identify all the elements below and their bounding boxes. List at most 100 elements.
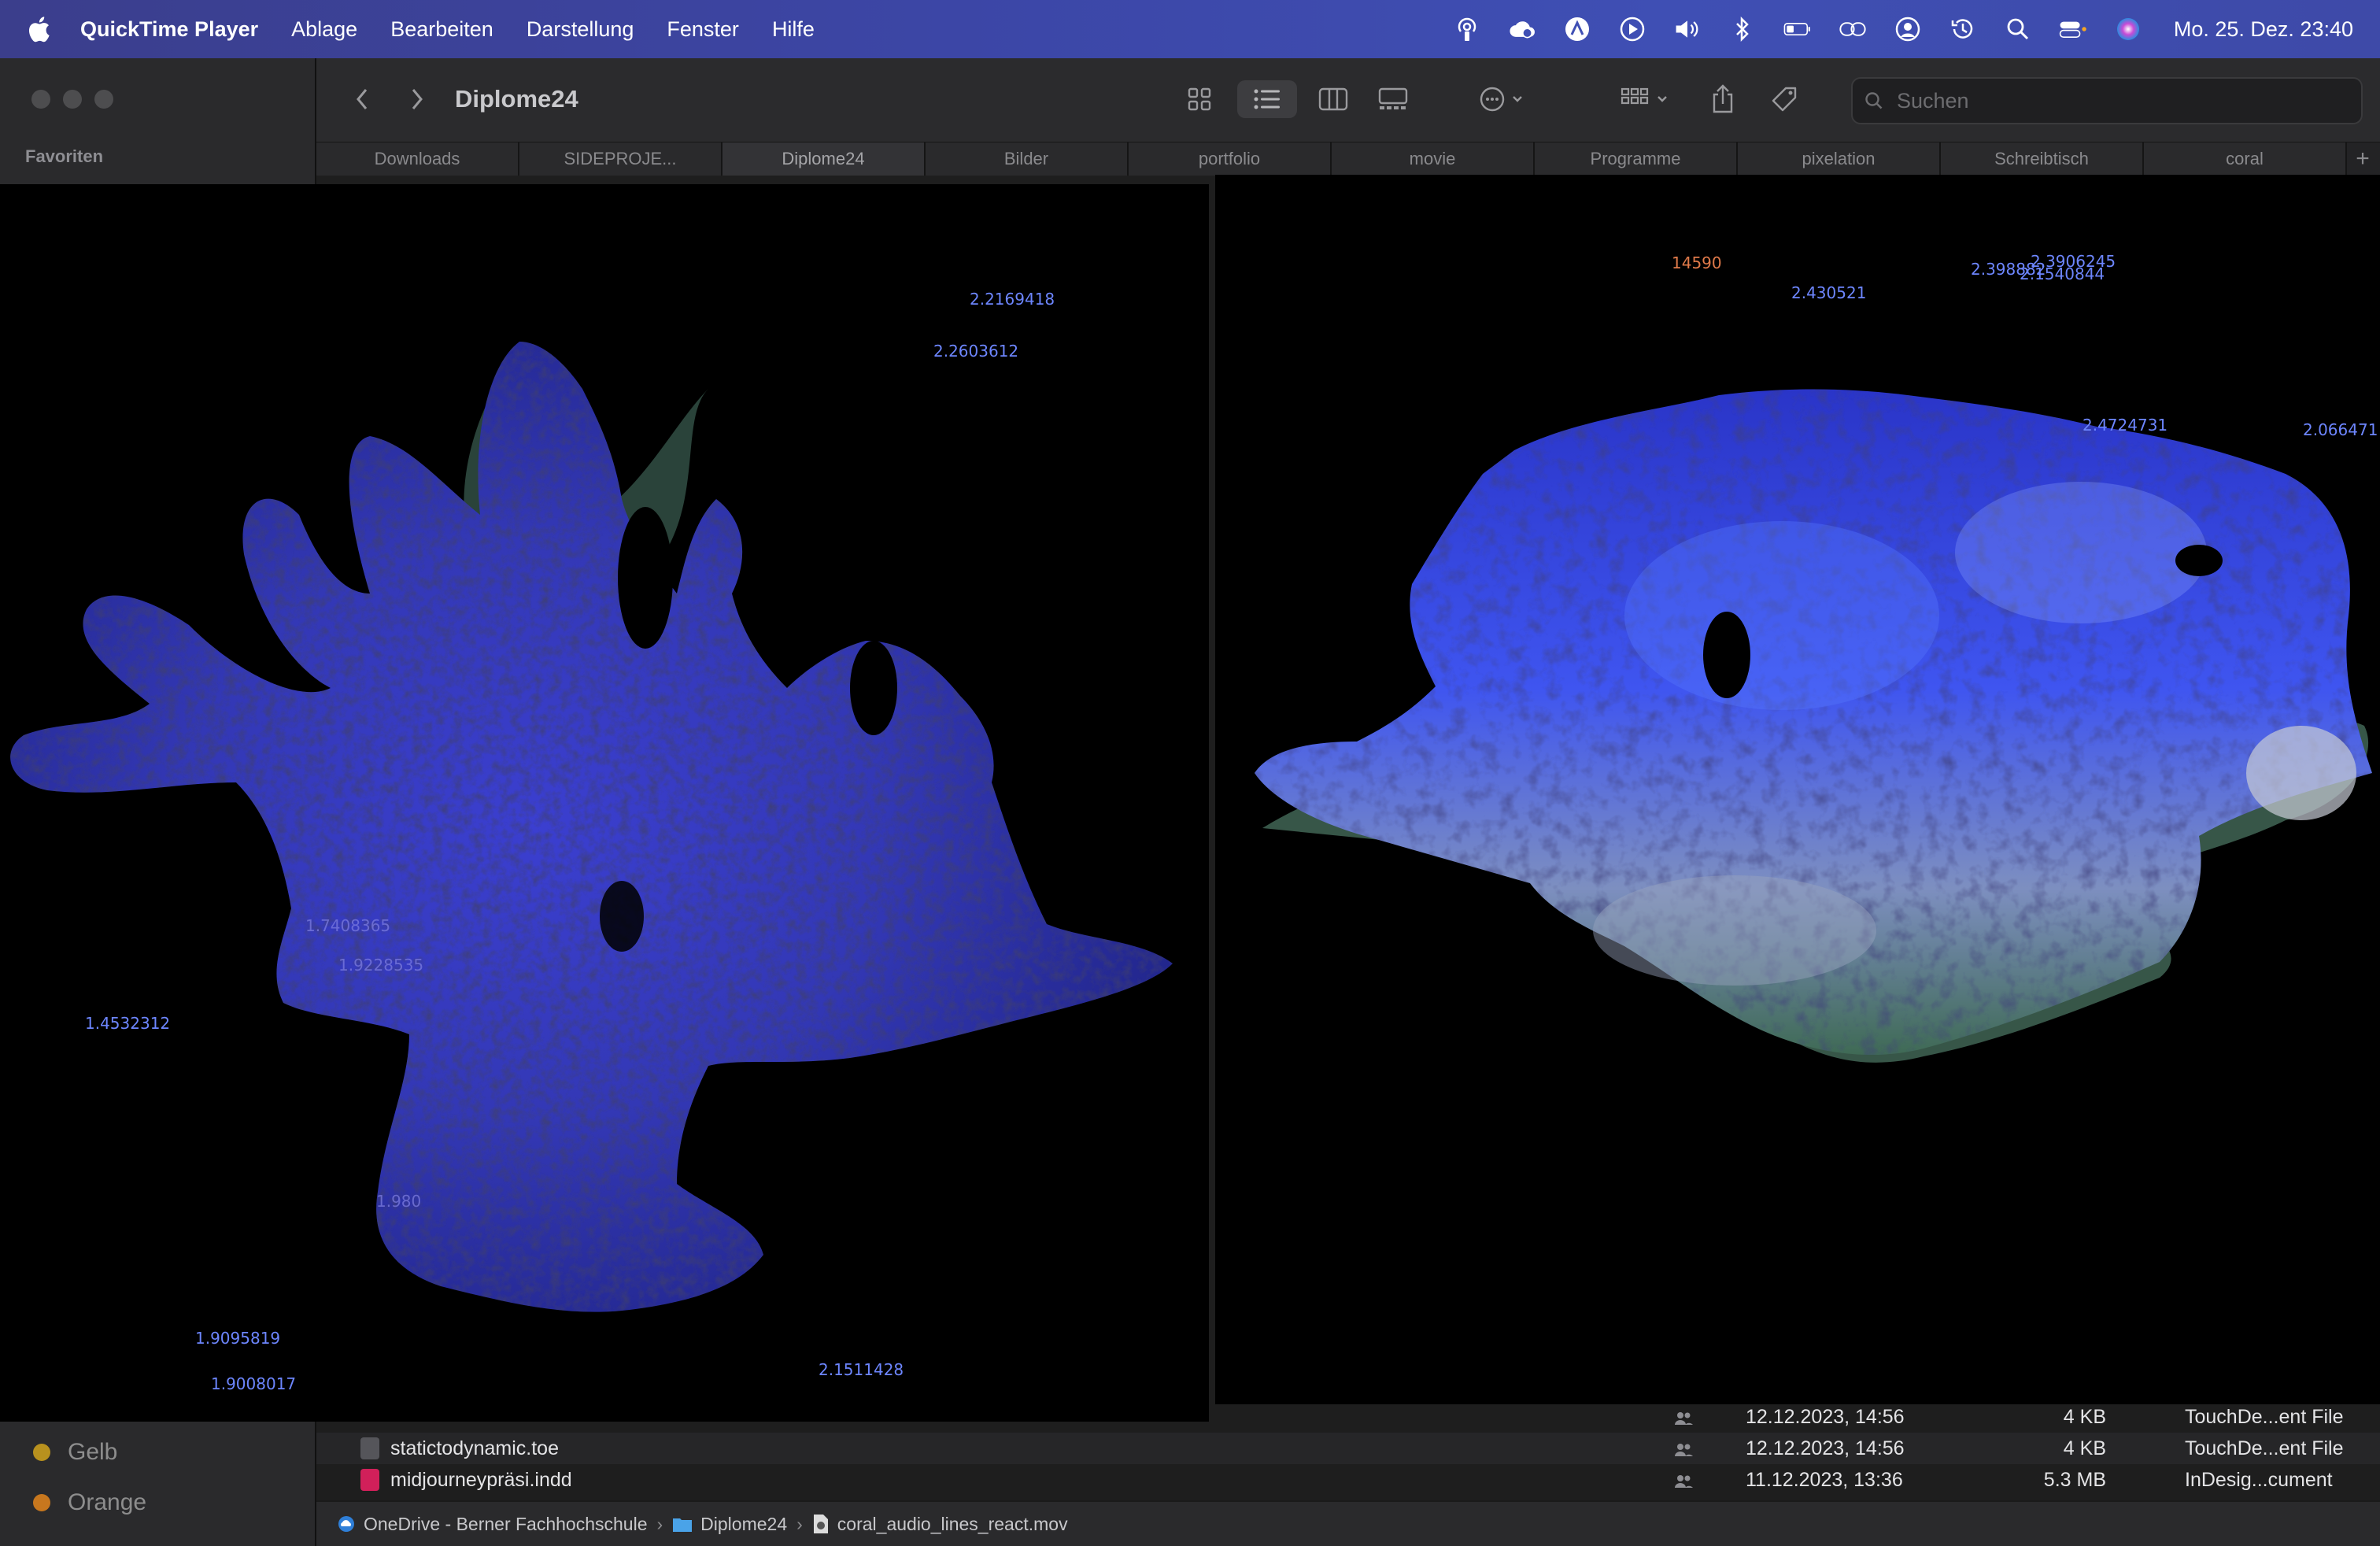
battery-icon[interactable] (1783, 15, 1812, 43)
minimize-button[interactable] (63, 90, 82, 109)
forward-button[interactable] (401, 82, 433, 117)
back-button[interactable] (346, 82, 378, 117)
zoom-button[interactable] (94, 90, 113, 109)
menu-bearbeiten[interactable]: Bearbeiten (390, 17, 493, 42)
tab-downloads[interactable]: Downloads (316, 142, 519, 176)
sidebar-tag-label: Gelb (68, 1439, 118, 1465)
tab-programme[interactable]: Programme (1535, 142, 1738, 176)
left-overlay-value-label: 2.2603612 (933, 342, 1019, 361)
right-overlay-value-label: 2.4724731 (2082, 416, 2168, 435)
share-button[interactable] (1703, 80, 1743, 118)
file-size: 5.3 MB (2043, 1468, 2106, 1491)
folder-icon (673, 1518, 693, 1532)
app-name[interactable]: QuickTime Player (80, 17, 258, 42)
gallery-view-button[interactable] (1368, 80, 1418, 118)
list-view-button[interactable] (1237, 80, 1297, 118)
action-menu-button[interactable] (1473, 80, 1536, 118)
file-date: 12.12.2023, 14:56 (1746, 1437, 1905, 1459)
tab-pixelation[interactable]: pixelation (1738, 142, 1941, 176)
file-kind: InDesig...cument (2185, 1468, 2333, 1491)
tag-dot-yellow-icon (33, 1444, 50, 1461)
tab-bilder[interactable]: Bilder (926, 142, 1129, 176)
sidebar-tag-label: Orange (68, 1489, 147, 1515)
menu-ablage[interactable]: Ablage (291, 17, 357, 42)
menu-fenster[interactable]: Fenster (667, 17, 739, 42)
tab-schreibtisch[interactable]: Schreibtisch (1941, 142, 2144, 176)
shared-icon (1673, 1472, 1694, 1488)
sidebar-tag-orange[interactable]: Orange (33, 1489, 146, 1516)
path-bar: OneDrive - Berner Fachhochschule › Diplo… (316, 1500, 2380, 1546)
touchdesigner-file-icon (360, 1437, 379, 1459)
creative-cloud-icon[interactable] (1508, 15, 1536, 43)
tags-button[interactable] (1765, 80, 1804, 118)
icon-view-button[interactable] (1176, 80, 1223, 118)
screen-mirroring-icon[interactable] (1839, 15, 1867, 43)
path-item-folder[interactable]: Diplome24 (672, 1514, 787, 1535)
file-kind: TouchDe...ent File (2185, 1405, 2344, 1428)
search-placeholder: Suchen (1897, 88, 1969, 113)
right-overlay-value-label: 2.1540844 (2020, 264, 2105, 283)
control-center-icon[interactable] (2059, 15, 2087, 43)
group-by-button[interactable] (1615, 80, 1678, 118)
chevron-left-icon (357, 89, 368, 109)
status-bar: Mo. 25. Dez. 23:40 (1453, 0, 2353, 58)
tab-diplome24[interactable]: Diplome24 (722, 142, 926, 176)
onedrive-icon (338, 1516, 354, 1532)
indesign-file-icon (360, 1469, 379, 1491)
bluetooth-icon[interactable] (1728, 15, 1757, 43)
file-date: 12.12.2023, 14:56 (1746, 1405, 1905, 1428)
file-name: midjourneypräsi.indd (390, 1468, 572, 1491)
column-view-button[interactable] (1310, 80, 1357, 118)
menu-bar: QuickTime Player Ablage Bearbeiten Darst… (0, 0, 2380, 58)
siri-icon[interactable] (2114, 15, 2142, 43)
user-icon[interactable] (1894, 15, 1922, 43)
video-player-right[interactable]: 14590 2.430521 2.398882 2.3906245 2.1540844 2… (1215, 175, 2380, 1404)
menu-darstellung[interactable]: Darstellung (527, 17, 634, 42)
chevron-right-icon: › (796, 1513, 803, 1534)
folder-title: Diplome24 (455, 85, 578, 113)
app-icon[interactable] (1563, 15, 1591, 43)
coral-video-frame-left (10, 342, 1173, 1312)
tab-movie[interactable]: movie (1332, 142, 1535, 176)
tab-portfolio[interactable]: portfolio (1129, 142, 1332, 176)
gallery-icon (1378, 87, 1408, 109)
chevron-right-icon: › (656, 1513, 663, 1534)
time-machine-icon[interactable] (1949, 15, 1977, 43)
file-name: statictodynamic.toe (390, 1437, 559, 1459)
list-icon (1254, 89, 1280, 109)
right-overlay-value-label: 2.066471 (2303, 420, 2378, 439)
apple-menu-icon[interactable] (27, 16, 50, 43)
menu-hilfe[interactable]: Hilfe (772, 17, 815, 42)
left-overlay-value-label: 1.7408365 (305, 916, 391, 935)
search-icon[interactable] (2004, 15, 2032, 43)
table-row[interactable]: midjourneypräsi.indd 11.12.2023, 13:36 5… (316, 1464, 2380, 1496)
left-overlay-value-label: 1.980 (376, 1192, 422, 1211)
volume-icon[interactable] (1673, 15, 1702, 43)
tab-bar: Downloads SIDEPROJE... Diplome24 Bilder … (316, 142, 2380, 176)
new-tab-button[interactable]: + (2347, 142, 2378, 176)
path-item-onedrive[interactable]: OneDrive - Berner Fachhochschule (337, 1514, 648, 1535)
grid-icon (1188, 87, 1211, 111)
left-overlay-value-label: 2.1511428 (819, 1360, 904, 1379)
video-player-left[interactable]: 2.2169418 2.2603612 1.7408365 1.9228535 1.45… (0, 184, 1209, 1422)
left-overlay-value-label: 1.9228535 (338, 956, 424, 975)
tag-icon (1772, 87, 1797, 112)
tab-sideprojects[interactable]: SIDEPROJE... (519, 142, 722, 176)
left-overlay-value-label: 2.2169418 (970, 290, 1055, 309)
play-icon[interactable] (1618, 15, 1646, 43)
sidebar-tag-gelb[interactable]: Gelb (33, 1439, 117, 1466)
tab-coral[interactable]: coral (2144, 142, 2347, 176)
search-field[interactable]: Suchen (1851, 77, 2363, 124)
close-button[interactable] (31, 90, 50, 109)
file-size: 4 KB (2063, 1405, 2106, 1428)
table-row[interactable]: statictodynamic.toe 12.12.2023, 14:56 4 … (316, 1433, 2380, 1464)
clock[interactable]: Mo. 25. Dez. 23:40 (2174, 17, 2353, 42)
left-overlay-value-label: 1.4532312 (85, 1014, 171, 1033)
path-label: Diplome24 (700, 1513, 788, 1534)
path-item-file[interactable]: coral_audio_lines_react.mov (812, 1514, 1068, 1535)
share-icon (1713, 84, 1733, 113)
toolbar: Diplome24 Suchen (316, 58, 2380, 142)
path-label: OneDrive - Berner Fachhochschule (364, 1513, 648, 1534)
group-grid-icon (1621, 87, 1667, 105)
airdrop-icon[interactable] (1453, 15, 1481, 43)
